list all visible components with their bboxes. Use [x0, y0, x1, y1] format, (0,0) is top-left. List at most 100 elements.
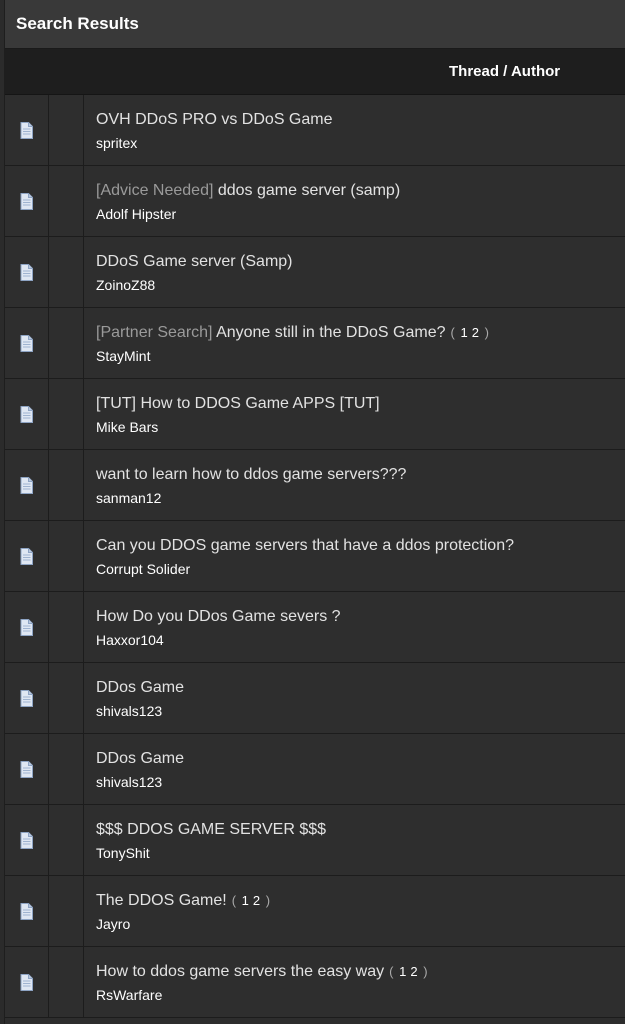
table-header: Thread / Author [5, 49, 625, 95]
thread-cell: The DDOS Game! ( 12 ) Jayro [84, 876, 625, 946]
thread-author-link[interactable]: StayMint [96, 347, 625, 365]
thread-icon-cell [5, 663, 49, 733]
thread-author-link[interactable]: shivals123 [96, 773, 625, 791]
thread-line: [Advice Needed] ddos game server (samp) [96, 181, 625, 201]
thread-title-link[interactable]: DDoS Game server (Samp) [96, 253, 293, 270]
thread-author-link[interactable]: sanman12 [96, 489, 625, 507]
page-link[interactable]: 2 [410, 964, 417, 979]
thread-author-link[interactable]: RsWarfare [96, 986, 625, 1004]
page-link[interactable]: 2 [253, 893, 260, 908]
document-icon [20, 760, 33, 778]
table-row: $$$ DDOS GAME SERVER $$$ TonyShit [5, 805, 625, 876]
thread-line: The DDOS Game! ( 12 ) [96, 891, 625, 911]
thread-status-cell [49, 450, 84, 520]
thread-status-cell [49, 95, 84, 165]
table-row: The DDOS Game! ( 12 ) Jayro [5, 876, 625, 947]
thread-title-link[interactable]: The DDOS Game! [96, 892, 227, 909]
thread-author-link[interactable]: TonyShit [96, 844, 625, 862]
pagination-open: ( [450, 325, 455, 340]
thread-cell: want to learn how to ddos game servers??… [84, 450, 625, 520]
thread-line: How Do you DDos Game severs ? [96, 607, 625, 627]
thread-author-link[interactable]: spritex [96, 134, 625, 152]
thread-icon-cell [5, 521, 49, 591]
thread-title-link[interactable]: $$$ DDOS GAME SERVER $$$ [96, 821, 326, 838]
thread-cell: [Partner Search] Anyone still in the DDo… [84, 308, 625, 378]
page-link[interactable]: 1 [242, 893, 249, 908]
thread-line: How to ddos game servers the easy way ( 1… [96, 962, 625, 982]
results-list: OVH DDoS PRO vs DDoS Game spritex [Advice … [5, 95, 625, 1018]
document-icon [20, 334, 33, 352]
thread-line: DDoS Game server (Samp) [96, 252, 625, 272]
thread-icon-cell [5, 876, 49, 946]
thread-cell: Can you DDOS game servers that have a dd… [84, 521, 625, 591]
pagination: ( 12 ) [451, 325, 489, 340]
table-row: OVH DDoS PRO vs DDoS Game spritex [5, 95, 625, 166]
pagination: ( 12 ) [389, 964, 427, 979]
thread-line: OVH DDoS PRO vs DDoS Game [96, 110, 625, 130]
thread-status-cell [49, 521, 84, 591]
thread-status-cell [49, 308, 84, 378]
panel-title-bar: Search Results [5, 0, 625, 49]
document-icon [20, 476, 33, 494]
thread-cell: [Advice Needed] ddos game server (samp) A… [84, 166, 625, 236]
thread-status-cell [49, 876, 84, 946]
thread-prefix: [Partner Search] [96, 324, 213, 341]
panel-title: Search Results [16, 14, 139, 33]
pagination-open: ( [231, 893, 237, 908]
thread-status-cell [49, 663, 84, 733]
thread-line: want to learn how to ddos game servers??… [96, 465, 625, 485]
thread-status-cell [49, 947, 84, 1017]
thread-title-link[interactable]: want to learn how to ddos game servers??… [96, 466, 406, 483]
table-row: DDos Game shivals123 [5, 734, 625, 805]
thread-title-link[interactable]: Can you DDOS game servers that have a dd… [96, 537, 514, 554]
thread-title-link[interactable]: ddos game server (samp) [218, 182, 400, 199]
document-icon [20, 263, 33, 281]
thread-title-link[interactable]: How to ddos game servers the easy way [96, 963, 384, 980]
thread-author-link[interactable]: ZoinoZ88 [96, 276, 625, 294]
thread-status-cell [49, 379, 84, 449]
table-row: [Partner Search] Anyone still in the DDo… [5, 308, 625, 379]
table-row: How to ddos game servers the easy way ( 1… [5, 947, 625, 1018]
pagination-close: ) [423, 964, 428, 979]
thread-cell: OVH DDoS PRO vs DDoS Game spritex [84, 95, 625, 165]
pagination-close: ) [484, 325, 489, 340]
table-row: [TUT] How to DDOS Game APPS [TUT] Mike Ba… [5, 379, 625, 450]
document-icon [20, 831, 33, 849]
thread-status-cell [49, 592, 84, 662]
thread-author-link[interactable]: Mike Bars [96, 418, 625, 436]
thread-status-cell [49, 237, 84, 307]
thread-line: DDos Game [96, 678, 625, 698]
thread-title-link[interactable]: DDos Game [96, 679, 184, 696]
table-row: How Do you DDos Game severs ? Haxxor104 [5, 592, 625, 663]
thread-author-link[interactable]: Haxxor104 [96, 631, 625, 649]
thread-line: [TUT] How to DDOS Game APPS [TUT] [96, 394, 625, 414]
search-results-panel: Search Results Thread / Author OVH DDoS … [4, 0, 625, 1024]
thread-title-link[interactable]: DDos Game [96, 750, 184, 767]
page-link[interactable]: 2 [472, 325, 479, 340]
thread-author-link[interactable]: shivals123 [96, 702, 625, 720]
thread-line: $$$ DDOS GAME SERVER $$$ [96, 820, 625, 840]
page-link[interactable]: 1 [399, 964, 406, 979]
thread-cell: How to ddos game servers the easy way ( 1… [84, 947, 625, 1017]
thread-cell: DDoS Game server (Samp) ZoinoZ88 [84, 237, 625, 307]
thread-author-link[interactable]: Adolf Hipster [96, 205, 625, 223]
document-icon [20, 689, 33, 707]
document-icon [20, 902, 33, 920]
thread-cell: $$$ DDOS GAME SERVER $$$ TonyShit [84, 805, 625, 875]
thread-title-link[interactable]: OVH DDoS PRO vs DDoS Game [96, 111, 333, 128]
thread-line: Can you DDOS game servers that have a dd… [96, 536, 625, 556]
thread-icon-cell [5, 450, 49, 520]
thread-author-link[interactable]: Jayro [96, 915, 625, 933]
pagination-close: ) [265, 893, 271, 908]
thread-author-link[interactable]: Corrupt Solider [96, 560, 625, 578]
thread-line: DDos Game [96, 749, 625, 769]
thread-title-link[interactable]: Anyone still in the DDoS Game? [216, 324, 445, 341]
document-icon [20, 405, 33, 423]
page-link[interactable]: 1 [460, 325, 467, 340]
thread-cell: [TUT] How to DDOS Game APPS [TUT] Mike Ba… [84, 379, 625, 449]
thread-title-link[interactable]: How Do you DDos Game severs ? [96, 608, 341, 625]
thread-status-cell [49, 734, 84, 804]
document-icon [20, 192, 33, 210]
column-header-thread-author[interactable]: Thread / Author [449, 63, 560, 80]
thread-title-link[interactable]: [TUT] How to DDOS Game APPS [TUT] [96, 395, 380, 412]
